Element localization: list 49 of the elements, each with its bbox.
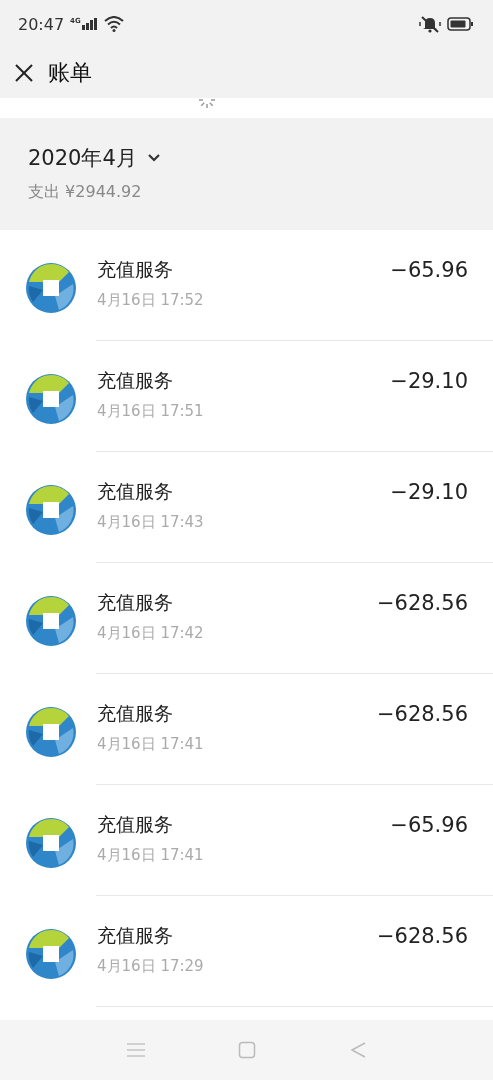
status-time: 20:47 [18, 14, 65, 34]
service-logo-icon [25, 706, 77, 758]
transaction-title: 充值服务 [97, 923, 174, 948]
page-title: 账单 [48, 59, 92, 87]
transaction-amount: −29.10 [390, 480, 468, 504]
transaction-item[interactable]: 充值服务 4月16日 17:29 −628.56 [0, 896, 493, 1007]
transaction-title: 充值服务 [97, 812, 174, 837]
close-icon [14, 63, 34, 83]
transaction-time: 4月16日 17:42 [97, 624, 205, 643]
transaction-amount: −29.10 [390, 369, 468, 393]
transaction-amount: −65.96 [390, 258, 468, 282]
transaction-title: 充值服务 [97, 590, 174, 615]
transaction-time: 4月16日 17:41 [97, 735, 205, 754]
chevron-down-icon [146, 153, 161, 163]
transaction-amount: −628.56 [376, 702, 468, 726]
back-icon [348, 1041, 367, 1059]
menu-icon [126, 1042, 147, 1058]
service-logo-icon [25, 595, 77, 647]
transaction-time: 4月16日 17:29 [97, 957, 205, 976]
transaction-item[interactable]: 充值服务 4月16日 17:41 −65.96 [0, 785, 493, 896]
expense-total: 支出 ¥2944.92 [28, 182, 143, 203]
muted-bell-icon [419, 15, 441, 33]
transaction-item[interactable]: 充值服务 4月16日 17:43 −29.10 [0, 452, 493, 563]
service-logo-icon [25, 373, 77, 425]
transaction-item[interactable]: 充值服务 4月16日 17:41 −628.56 [0, 674, 493, 785]
transaction-amount: −628.56 [376, 591, 468, 615]
transaction-item[interactable]: 充值服务 4月16日 17:51 −29.10 [0, 341, 493, 452]
battery-icon [447, 17, 473, 31]
transaction-title: 充值服务 [97, 701, 174, 726]
transaction-time: 4月16日 17:52 [97, 291, 205, 310]
transaction-amount: −628.56 [376, 924, 468, 948]
month-selector[interactable]: 2020年4月 [28, 144, 161, 172]
transaction-time: 4月16日 17:43 [97, 513, 205, 532]
transaction-title: 充值服务 [97, 479, 174, 504]
wifi-icon [103, 16, 124, 32]
service-logo-icon [25, 817, 77, 869]
service-logo-icon [25, 928, 77, 980]
service-logo-icon [25, 262, 77, 314]
transaction-amount: −65.96 [390, 813, 468, 837]
home-icon [238, 1041, 257, 1059]
transaction-title: 充值服务 [97, 257, 174, 282]
transaction-title: 充值服务 [97, 368, 174, 393]
loading-spinner-icon [196, 98, 217, 108]
transaction-time: 4月16日 17:41 [97, 846, 205, 865]
signal-bars-icon [81, 18, 98, 30]
transaction-item[interactable]: 充值服务 4月16日 17:42 −628.56 [0, 563, 493, 674]
service-logo-icon [25, 484, 77, 536]
transaction-time: 4月16日 17:51 [97, 402, 205, 421]
transaction-item[interactable]: 充值服务 4月16日 17:52 −65.96 [0, 230, 493, 341]
